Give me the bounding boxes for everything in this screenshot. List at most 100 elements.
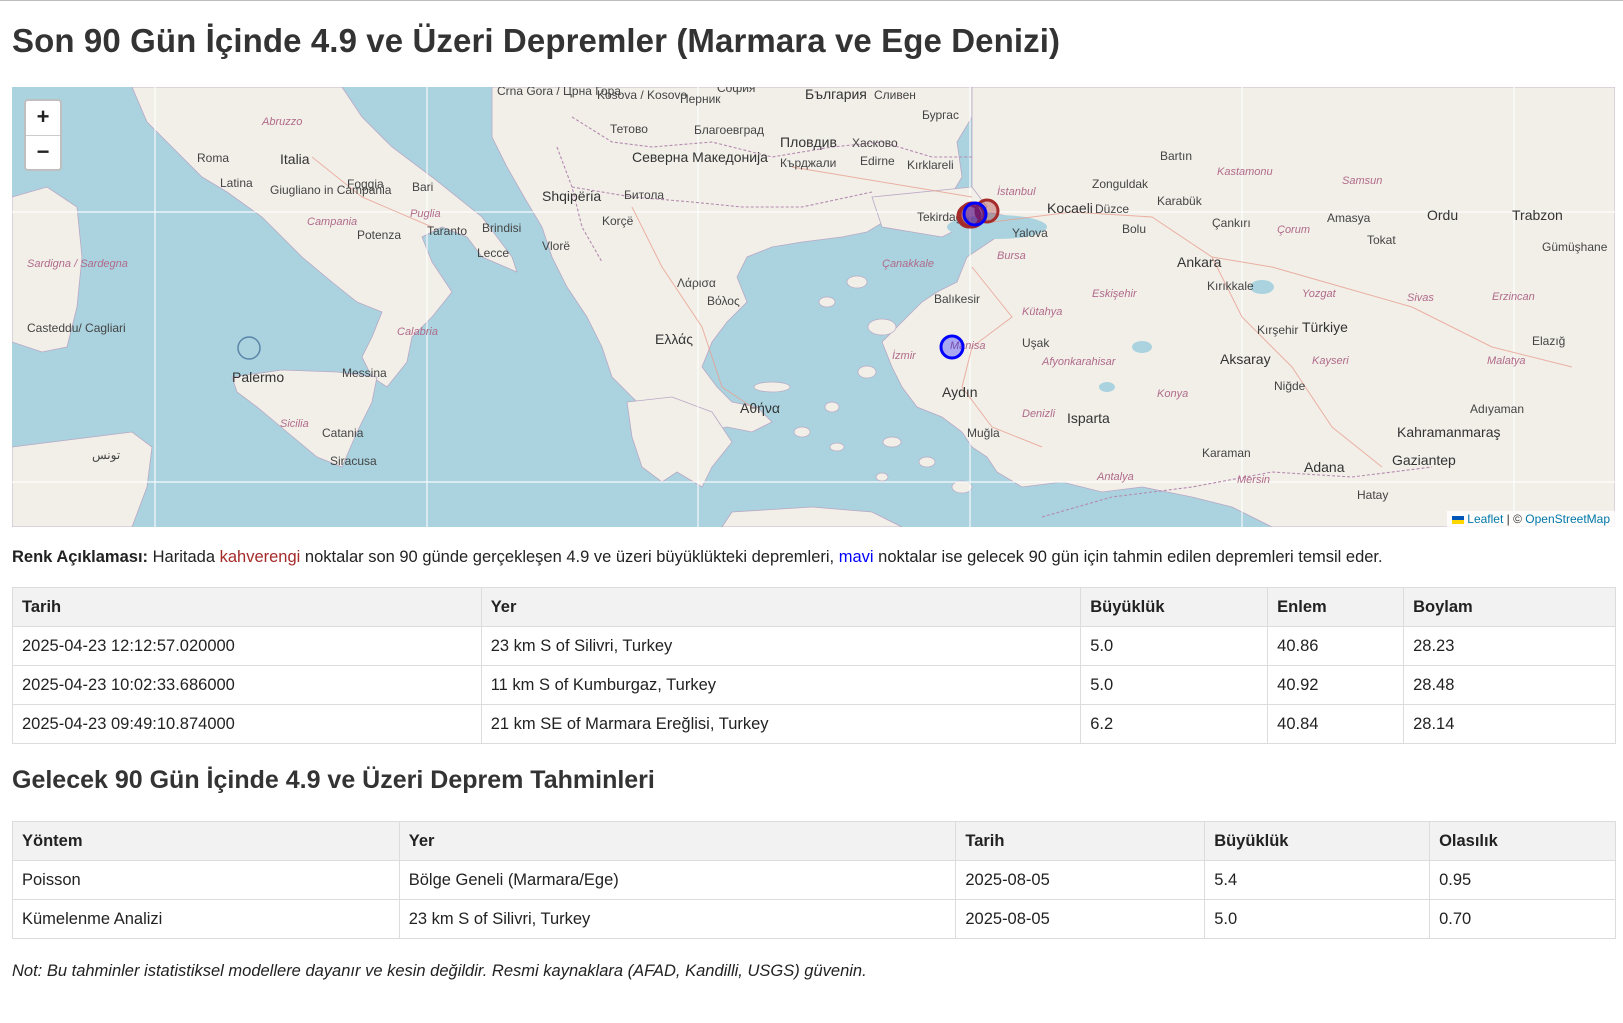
svg-text:Denizli: Denizli	[1022, 408, 1056, 420]
svg-text:Kırklareli: Kırklareli	[907, 158, 954, 172]
svg-text:Ordu: Ordu	[1427, 207, 1458, 223]
svg-text:Tokat: Tokat	[1367, 233, 1396, 247]
legend-text-3: noktalar ise gelecek 90 gün için tahmin …	[873, 548, 1383, 566]
svg-text:Aksaray: Aksaray	[1220, 351, 1271, 367]
svg-text:Тетово: Тетово	[610, 122, 648, 136]
svg-text:Düzce: Düzce	[1095, 202, 1129, 216]
cell-magnitude: 5.0	[1204, 899, 1431, 939]
svg-text:Kahramanmaraş: Kahramanmaraş	[1397, 424, 1501, 440]
svg-text:Сливен: Сливен	[874, 88, 916, 102]
legend-brown: kahverengi	[219, 548, 301, 566]
cell-date: 2025-08-05	[955, 899, 1206, 939]
cell-location: 23 km S of Silivri, Turkey	[480, 626, 1082, 666]
svg-text:Elazığ: Elazığ	[1532, 334, 1565, 348]
zoom-out-button[interactable]: −	[26, 136, 60, 170]
svg-text:Sardigna / Sardegna: Sardigna / Sardegna	[27, 258, 128, 270]
col-header-magnitude: Büyüklük	[1080, 587, 1269, 627]
svg-text:Eskişehir: Eskişehir	[1092, 288, 1138, 300]
cell-location: 11 km S of Kumburgaz, Turkey	[480, 665, 1082, 705]
svg-text:Λάρισα: Λάρισα	[677, 276, 716, 290]
svg-text:Хасково: Хасково	[852, 136, 898, 150]
cell-location: 23 km S of Silivri, Turkey	[398, 899, 957, 939]
legend-blue: mavi	[838, 548, 874, 566]
svg-text:Kastamonu: Kastamonu	[1217, 166, 1273, 178]
svg-text:Kocaeli: Kocaeli	[1047, 200, 1093, 216]
svg-text:Casteddu/ Cagliari: Casteddu/ Cagliari	[27, 321, 126, 335]
col-header-method: Yöntem	[12, 821, 400, 861]
svg-text:Edirne: Edirne	[860, 154, 895, 168]
svg-text:Samsun: Samsun	[1342, 175, 1382, 187]
svg-text:Kırşehir: Kırşehir	[1257, 323, 1298, 337]
svg-text:Bursa: Bursa	[997, 250, 1026, 262]
svg-text:Adıyaman: Adıyaman	[1470, 402, 1524, 416]
svg-text:София: София	[717, 87, 755, 95]
legend-text-2: noktalar son 90 günde gerçekleşen 4.9 ve…	[300, 548, 839, 566]
svg-text:Mersin: Mersin	[1237, 474, 1270, 486]
svg-text:Palermo: Palermo	[232, 369, 284, 385]
svg-text:Campania: Campania	[307, 216, 357, 228]
leaflet-link[interactable]: Leaflet	[1467, 512, 1503, 526]
svg-text:Hatay: Hatay	[1357, 488, 1388, 502]
svg-text:Bolu: Bolu	[1122, 222, 1146, 236]
svg-text:Kayseri: Kayseri	[1312, 355, 1349, 367]
map-tiles[interactable]: Roma Italia Giugliano in Campania Bari F…	[12, 87, 1615, 527]
openstreetmap-link[interactable]: OpenStreetMap	[1525, 512, 1610, 526]
svg-text:Zonguldak: Zonguldak	[1092, 177, 1149, 191]
table-row: 2025-04-23 12:12:57.020000 23 km S of Si…	[12, 626, 1616, 666]
svg-text:Taranto: Taranto	[427, 224, 467, 238]
sea-marker[interactable]	[237, 336, 261, 360]
svg-text:Ελλάς: Ελλάς	[655, 331, 693, 347]
table-row: 2025-04-23 09:49:10.874000 21 km SE of M…	[12, 704, 1616, 744]
map-attribution: Leaflet | © OpenStreetMap	[1447, 511, 1615, 527]
cell-magnitude: 5.4	[1204, 860, 1431, 900]
svg-text:Βόλος: Βόλος	[707, 294, 740, 308]
cell-method: Kümelenme Analizi	[12, 899, 400, 939]
zoom-in-button[interactable]: +	[26, 101, 60, 136]
svg-text:Italia: Italia	[280, 151, 310, 167]
cell-location: 21 km SE of Marmara Ereğlisi, Turkey	[480, 704, 1082, 744]
cell-longitude: 28.23	[1403, 626, 1616, 666]
svg-text:Бургас: Бургас	[922, 108, 959, 122]
svg-text:تونس: تونس	[92, 448, 120, 462]
attribution-separator: | ©	[1503, 512, 1526, 526]
svg-text:Niğde: Niğde	[1274, 379, 1306, 393]
svg-text:Balıkesir: Balıkesir	[934, 292, 980, 306]
svg-text:Tekirdağ: Tekirdağ	[917, 210, 962, 224]
svg-text:Yozgat: Yozgat	[1302, 288, 1337, 300]
zoom-control: + −	[24, 99, 62, 171]
cell-magnitude: 5.0	[1080, 665, 1269, 705]
table-row: Kümelenme Analizi 23 km S of Silivri, Tu…	[12, 899, 1616, 939]
svg-text:Aydın: Aydın	[942, 384, 978, 400]
svg-text:Çankırı: Çankırı	[1212, 216, 1251, 230]
table-header-row: Yöntem Yer Tarih Büyüklük Olasılık	[12, 821, 1616, 861]
svg-text:Messina: Messina	[342, 366, 387, 380]
cell-magnitude: 5.0	[1080, 626, 1269, 666]
svg-text:Muğla: Muğla	[967, 426, 1000, 440]
disclaimer-note: Not: Bu tahminler istatistiksel modeller…	[12, 962, 867, 980]
svg-text:Konya: Konya	[1157, 388, 1188, 400]
forecast-quake-marker[interactable]	[939, 334, 965, 360]
svg-text:Türkiye: Türkiye	[1302, 319, 1348, 335]
ukraine-flag-icon	[1452, 515, 1465, 524]
cell-date: 2025-08-05	[955, 860, 1206, 900]
svg-text:Isparta: Isparta	[1067, 410, 1110, 426]
cell-latitude: 40.84	[1267, 704, 1405, 744]
col-header-probability: Olasılık	[1429, 821, 1616, 861]
table-header-row: Tarih Yer Büyüklük Enlem Boylam	[12, 587, 1616, 627]
svg-text:Kırıkkale: Kırıkkale	[1207, 279, 1254, 293]
svg-text:Erzincan: Erzincan	[1492, 291, 1535, 303]
earthquake-map[interactable]: Roma Italia Giugliano in Campania Bari F…	[12, 87, 1615, 527]
col-header-location: Yer	[398, 821, 957, 861]
svg-text:Korçë: Korçë	[602, 214, 634, 228]
recent-earthquakes-table: Tarih Yer Büyüklük Enlem Boylam 2025-04-…	[12, 587, 1616, 744]
cell-date: 2025-04-23 12:12:57.020000	[12, 626, 482, 666]
svg-text:Благоевград: Благоевград	[694, 123, 764, 137]
table-row: Poisson Bölge Geneli (Marmara/Ege) 2025-…	[12, 860, 1616, 900]
svg-text:Yalova: Yalova	[1012, 226, 1048, 240]
svg-text:Amasya: Amasya	[1327, 211, 1371, 225]
svg-text:Siracusa: Siracusa	[330, 454, 377, 468]
cell-latitude: 40.92	[1267, 665, 1405, 705]
legend-text-1: Haritada	[148, 548, 220, 566]
legend-lead: Renk Açıklaması:	[12, 548, 149, 566]
forecast-quake-marker[interactable]	[962, 201, 988, 227]
